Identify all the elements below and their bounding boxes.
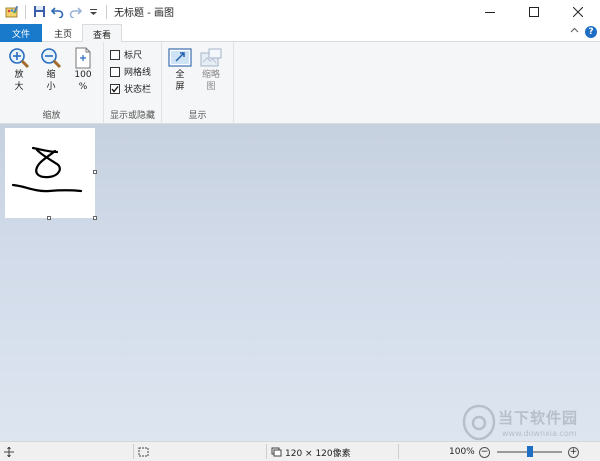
fullscreen-icon (168, 48, 192, 67)
zoom-out-small-icon[interactable]: − (479, 446, 490, 458)
quick-access-toolbar (0, 4, 110, 20)
redo-icon[interactable] (67, 4, 83, 20)
selection-size-icon (138, 447, 149, 457)
zoom-100-label-2: % (78, 82, 88, 92)
zoom-in-small-icon[interactable]: + (568, 446, 579, 458)
qat-separator (25, 4, 26, 19)
image-size: 120 × 120像素 (271, 442, 351, 461)
zoom-out-label-1: 缩 (46, 70, 56, 80)
ribbon-right-controls: ? (570, 26, 597, 38)
help-icon[interactable]: ? (585, 26, 597, 38)
fullscreen-label-2: 屏 (175, 82, 185, 92)
minimize-button[interactable] (468, 0, 512, 23)
tab-file[interactable]: 文件 (0, 24, 42, 42)
zoom-out-label-2: 小 (46, 82, 56, 92)
collapse-ribbon-icon[interactable] (570, 26, 579, 38)
drawing-canvas[interactable] (5, 128, 95, 218)
undo-icon[interactable] (49, 4, 65, 20)
image-size-icon (271, 447, 282, 457)
customize-qat-icon[interactable] (85, 4, 101, 20)
image-size-text: 120 × 120像素 (285, 448, 351, 459)
status-divider (133, 444, 134, 459)
canvas-workspace[interactable]: 当下软件园 www.downxia.com (0, 124, 600, 441)
zoom-group: 放 大 缩 小 100 % 缩放 (0, 42, 104, 124)
zoom-out-button[interactable]: 缩 小 (40, 47, 62, 93)
zoom-100-label-1: 100 (74, 70, 92, 80)
window-title: 无标题 - 画图 (114, 8, 174, 19)
status-divider (266, 444, 267, 459)
actual-size-icon (75, 47, 91, 69)
canvas-drawing (11, 146, 83, 193)
thumbnail-icon (200, 48, 222, 67)
zoom-in-label-1: 放 (14, 70, 24, 80)
resize-handle-bottom[interactable] (47, 216, 51, 220)
zoom-in-status-button[interactable]: + (568, 442, 579, 461)
ribbon-panel: 放 大 缩 小 100 % 缩放 显示或隐藏 标尺 网格线 状态栏 全 屏 缩略… (0, 42, 600, 124)
zoom-level: 100% (449, 442, 475, 461)
cursor-position (4, 442, 14, 461)
zoom-in-button[interactable]: 放 大 (8, 47, 30, 93)
selection-size (138, 442, 149, 461)
watermark-title: 当下软件园 (498, 409, 579, 427)
fullscreen-button[interactable]: 全 屏 (168, 47, 192, 93)
maximize-button[interactable] (512, 0, 556, 23)
checkmark-icon (111, 85, 119, 93)
resize-handle-right[interactable] (93, 170, 97, 174)
zoom-level-text: 100% (449, 447, 475, 457)
gridlines-check-box[interactable] (110, 66, 120, 77)
thumbnail-label-1: 缩略 (201, 70, 220, 80)
maximize-icon (529, 6, 539, 17)
title-separator (106, 4, 107, 19)
show-hide-group-label: 显示或隐藏 (109, 111, 155, 121)
save-icon[interactable] (31, 4, 47, 20)
title-bar: 无标题 - 画图 (0, 0, 600, 23)
tab-home[interactable]: 主页 (45, 24, 81, 42)
zoom-in-icon (9, 48, 30, 69)
zoom-in-label-2: 大 (14, 82, 24, 92)
minimize-icon (485, 11, 495, 13)
window-controls (468, 0, 600, 23)
thumbnail-label-2: 图 (206, 82, 216, 92)
zoom-100-button[interactable]: 100 % (72, 47, 94, 93)
gridlines-label: 网格线 (124, 68, 152, 78)
thumbnail-button[interactable]: 缩略 图 (198, 47, 224, 93)
status-divider (398, 444, 399, 459)
paint-app-icon[interactable] (4, 4, 20, 20)
resize-handle-corner[interactable] (93, 216, 97, 220)
watermark-logo-icon (462, 404, 496, 441)
watermark-url: www.downxia.com (502, 429, 577, 438)
display-group-label: 显示 (188, 111, 207, 121)
close-button[interactable] (556, 0, 600, 23)
watermark: 当下软件园 www.downxia.com (462, 404, 596, 444)
ribbon-tab-bar: 文件 主页 查看 ? (0, 23, 600, 43)
rulers-check-box[interactable] (110, 49, 120, 60)
zoom-out-icon (41, 48, 62, 69)
tab-view[interactable]: 查看 (82, 24, 122, 43)
zoom-group-label: 缩放 (42, 111, 61, 121)
zoom-out-status-button[interactable]: − (479, 442, 490, 461)
status-bar-checkbox[interactable]: 状态栏 (110, 82, 151, 95)
status-bar-check-box[interactable] (110, 83, 120, 94)
display-group: 全 屏 缩略 图 显示 (162, 42, 234, 124)
rulers-label: 标尺 (124, 51, 143, 61)
cursor-position-icon (4, 447, 14, 457)
rulers-checkbox[interactable]: 标尺 (110, 48, 142, 61)
fullscreen-label-1: 全 (175, 70, 185, 80)
zoom-slider-thumb[interactable] (526, 446, 533, 457)
status-bar: 120 × 120像素 100% − + (0, 441, 600, 461)
close-icon (573, 6, 583, 17)
gridlines-checkbox[interactable]: 网格线 (110, 65, 151, 78)
status-bar-label: 状态栏 (124, 85, 152, 95)
